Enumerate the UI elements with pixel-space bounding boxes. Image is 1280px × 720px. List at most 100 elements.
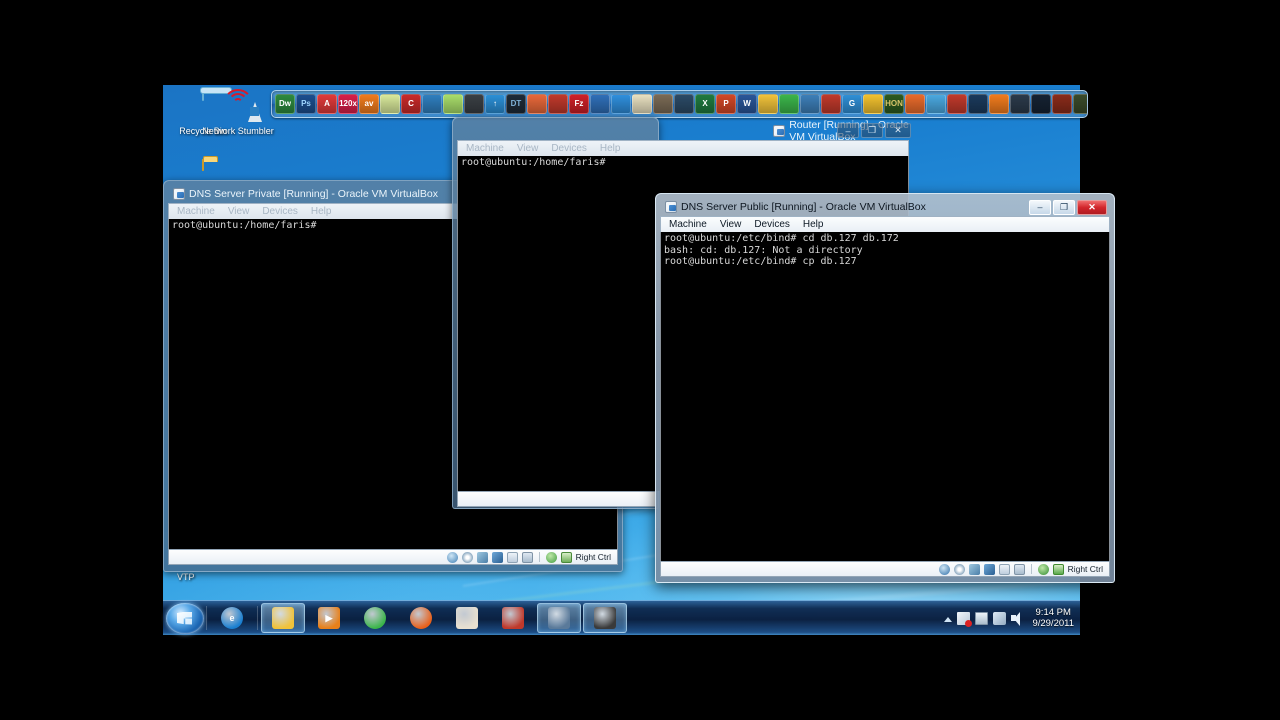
maximize-button[interactable]: ❐	[861, 123, 883, 138]
display-icon[interactable]	[1013, 563, 1025, 575]
usb-icon[interactable]	[476, 551, 488, 563]
volume-tray-icon[interactable]	[1011, 611, 1024, 626]
dock-icon-6[interactable]: C	[401, 94, 421, 114]
dock-icon-20[interactable]: X	[695, 94, 715, 114]
dock-icon-11[interactable]: DT	[506, 94, 526, 114]
menu-help[interactable]: Help	[600, 143, 621, 154]
dock-icon-0[interactable]: Dw	[275, 94, 295, 114]
taskbar-buttons[interactable]: e ▶	[209, 603, 628, 633]
menu-machine[interactable]: Machine	[669, 219, 707, 230]
dock-icon-2[interactable]: A	[317, 94, 337, 114]
dock-icon-34[interactable]	[989, 94, 1009, 114]
dock-icon-21[interactable]: P	[716, 94, 736, 114]
menu-machine[interactable]: Machine	[177, 206, 215, 217]
close-button[interactable]: ✕	[1077, 199, 1107, 215]
dock-icon-36[interactable]	[1031, 94, 1051, 114]
dock-icon-28[interactable]	[863, 94, 883, 114]
dock-icon-16[interactable]	[611, 94, 631, 114]
start-button[interactable]	[166, 602, 204, 634]
taskbar-button-internet-explorer[interactable]: e	[210, 603, 254, 633]
titlebar-router[interactable]: Router [Running] - Oracle VM VirtualBox …	[457, 119, 917, 143]
shared-folders-icon[interactable]	[506, 551, 518, 563]
window-dns-server-public[interactable]: DNS Server Public [Running] - Oracle VM …	[655, 193, 1115, 583]
statusbar-dns-server-public[interactable]: Right Ctrl	[660, 561, 1110, 577]
dock-icon-19[interactable]	[674, 94, 694, 114]
dock-icon-18[interactable]	[653, 94, 673, 114]
minimize-button[interactable]: –	[1029, 199, 1051, 215]
menu-view[interactable]: View	[228, 206, 250, 217]
statusbar-router[interactable]	[457, 491, 657, 507]
dock-icon-32[interactable]	[947, 94, 967, 114]
window-controls[interactable]: – ❐ ✕	[1029, 199, 1110, 215]
statusbar-dns-server-private[interactable]: Right Ctrl	[168, 549, 618, 565]
dock-icon-38[interactable]	[1073, 94, 1087, 114]
taskbar-button-paint[interactable]	[445, 603, 489, 633]
usb-icon[interactable]	[968, 563, 980, 575]
dock-icon-22[interactable]: W	[737, 94, 757, 114]
taskbar-button-green-app[interactable]	[353, 603, 397, 633]
dock-icon-10[interactable]: ↑	[485, 94, 505, 114]
menu-view[interactable]: View	[517, 143, 539, 154]
taskbar-button-virtualbox[interactable]	[537, 603, 581, 633]
clock[interactable]: 9:14 PM 9/29/2011	[1029, 607, 1074, 629]
dock-icon-4[interactable]: av	[359, 94, 379, 114]
menu-help[interactable]: Help	[311, 206, 332, 217]
dock-icon-9[interactable]	[464, 94, 484, 114]
dock-icon-37[interactable]	[1052, 94, 1072, 114]
minimize-button[interactable]: –	[837, 123, 859, 138]
system-tray[interactable]: 9:14 PM 9/29/2011	[944, 602, 1080, 635]
taskbar-button-camtasia-recorder[interactable]	[583, 603, 627, 633]
hard-disk-icon[interactable]	[938, 563, 950, 575]
shared-folders-icon[interactable]	[998, 563, 1010, 575]
quick-launch-dock[interactable]: Dw Ps A 120x av C ↑ DT Fz X P W G HON	[271, 90, 1088, 118]
host-key-icon[interactable]	[560, 551, 572, 563]
action-center-flag-icon[interactable]	[957, 611, 973, 627]
dock-icon-30[interactable]	[905, 94, 925, 114]
menu-machine[interactable]: Machine	[466, 143, 504, 154]
dock-icon-31[interactable]	[926, 94, 946, 114]
menubar-dns-server-public[interactable]: Machine View Devices Help	[660, 216, 1110, 232]
network-adapter-icon[interactable]	[983, 563, 995, 575]
dock-icon-24[interactable]	[779, 94, 799, 114]
cd-dvd-icon[interactable]	[953, 563, 965, 575]
dock-icon-15[interactable]	[590, 94, 610, 114]
dock-icon-14[interactable]: Fz	[569, 94, 589, 114]
maximize-button[interactable]: ❐	[1053, 199, 1075, 215]
taskbar-button-firefox[interactable]	[399, 603, 443, 633]
show-hidden-icons-icon[interactable]	[944, 614, 953, 622]
menu-devices[interactable]: Devices	[262, 206, 298, 217]
dock-icon-7[interactable]	[422, 94, 442, 114]
dock-icon-8[interactable]	[443, 94, 463, 114]
display-tray-icon[interactable]	[975, 611, 989, 625]
menu-devices[interactable]: Devices	[754, 219, 790, 230]
host-key-icon[interactable]	[1052, 563, 1064, 575]
hard-disk-icon[interactable]	[446, 551, 458, 563]
vm-screen-dns-server-public[interactable]: root@ubuntu:/etc/bind# cd db.127 db.172 …	[660, 232, 1110, 561]
dock-icon-1[interactable]: Ps	[296, 94, 316, 114]
titlebar-dns-server-public[interactable]: DNS Server Public [Running] - Oracle VM …	[660, 198, 1110, 216]
dock-icon-25[interactable]	[800, 94, 820, 114]
dock-icon-33[interactable]	[968, 94, 988, 114]
network-tray-icon[interactable]	[993, 611, 1007, 625]
windows-taskbar[interactable]: e ▶ 9:14 PM 9/29/2011	[163, 600, 1080, 635]
dock-icon-17[interactable]	[632, 94, 652, 114]
display-icon[interactable]	[521, 551, 533, 563]
desktop-icon-network-stumbler[interactable]: Network Stumbler	[202, 89, 274, 136]
globe-icon[interactable]	[1037, 563, 1049, 575]
close-button[interactable]: ✕	[885, 123, 911, 138]
dock-icon-29[interactable]: HON	[884, 94, 904, 114]
taskbar-button-windows-media-player[interactable]: ▶	[307, 603, 351, 633]
dock-icon-13[interactable]	[548, 94, 568, 114]
globe-icon[interactable]	[545, 551, 557, 563]
menu-help[interactable]: Help	[803, 219, 824, 230]
taskbar-button-windows-explorer[interactable]	[261, 603, 305, 633]
dock-icon-26[interactable]	[821, 94, 841, 114]
dock-icon-35[interactable]	[1010, 94, 1030, 114]
window-controls[interactable]: – ❐ ✕	[837, 123, 914, 138]
dock-icon-27[interactable]: G	[842, 94, 862, 114]
dock-icon-5[interactable]	[380, 94, 400, 114]
network-adapter-icon[interactable]	[491, 551, 503, 563]
dock-icon-23[interactable]	[758, 94, 778, 114]
menu-devices[interactable]: Devices	[551, 143, 587, 154]
dock-icon-3[interactable]: 120x	[338, 94, 358, 114]
